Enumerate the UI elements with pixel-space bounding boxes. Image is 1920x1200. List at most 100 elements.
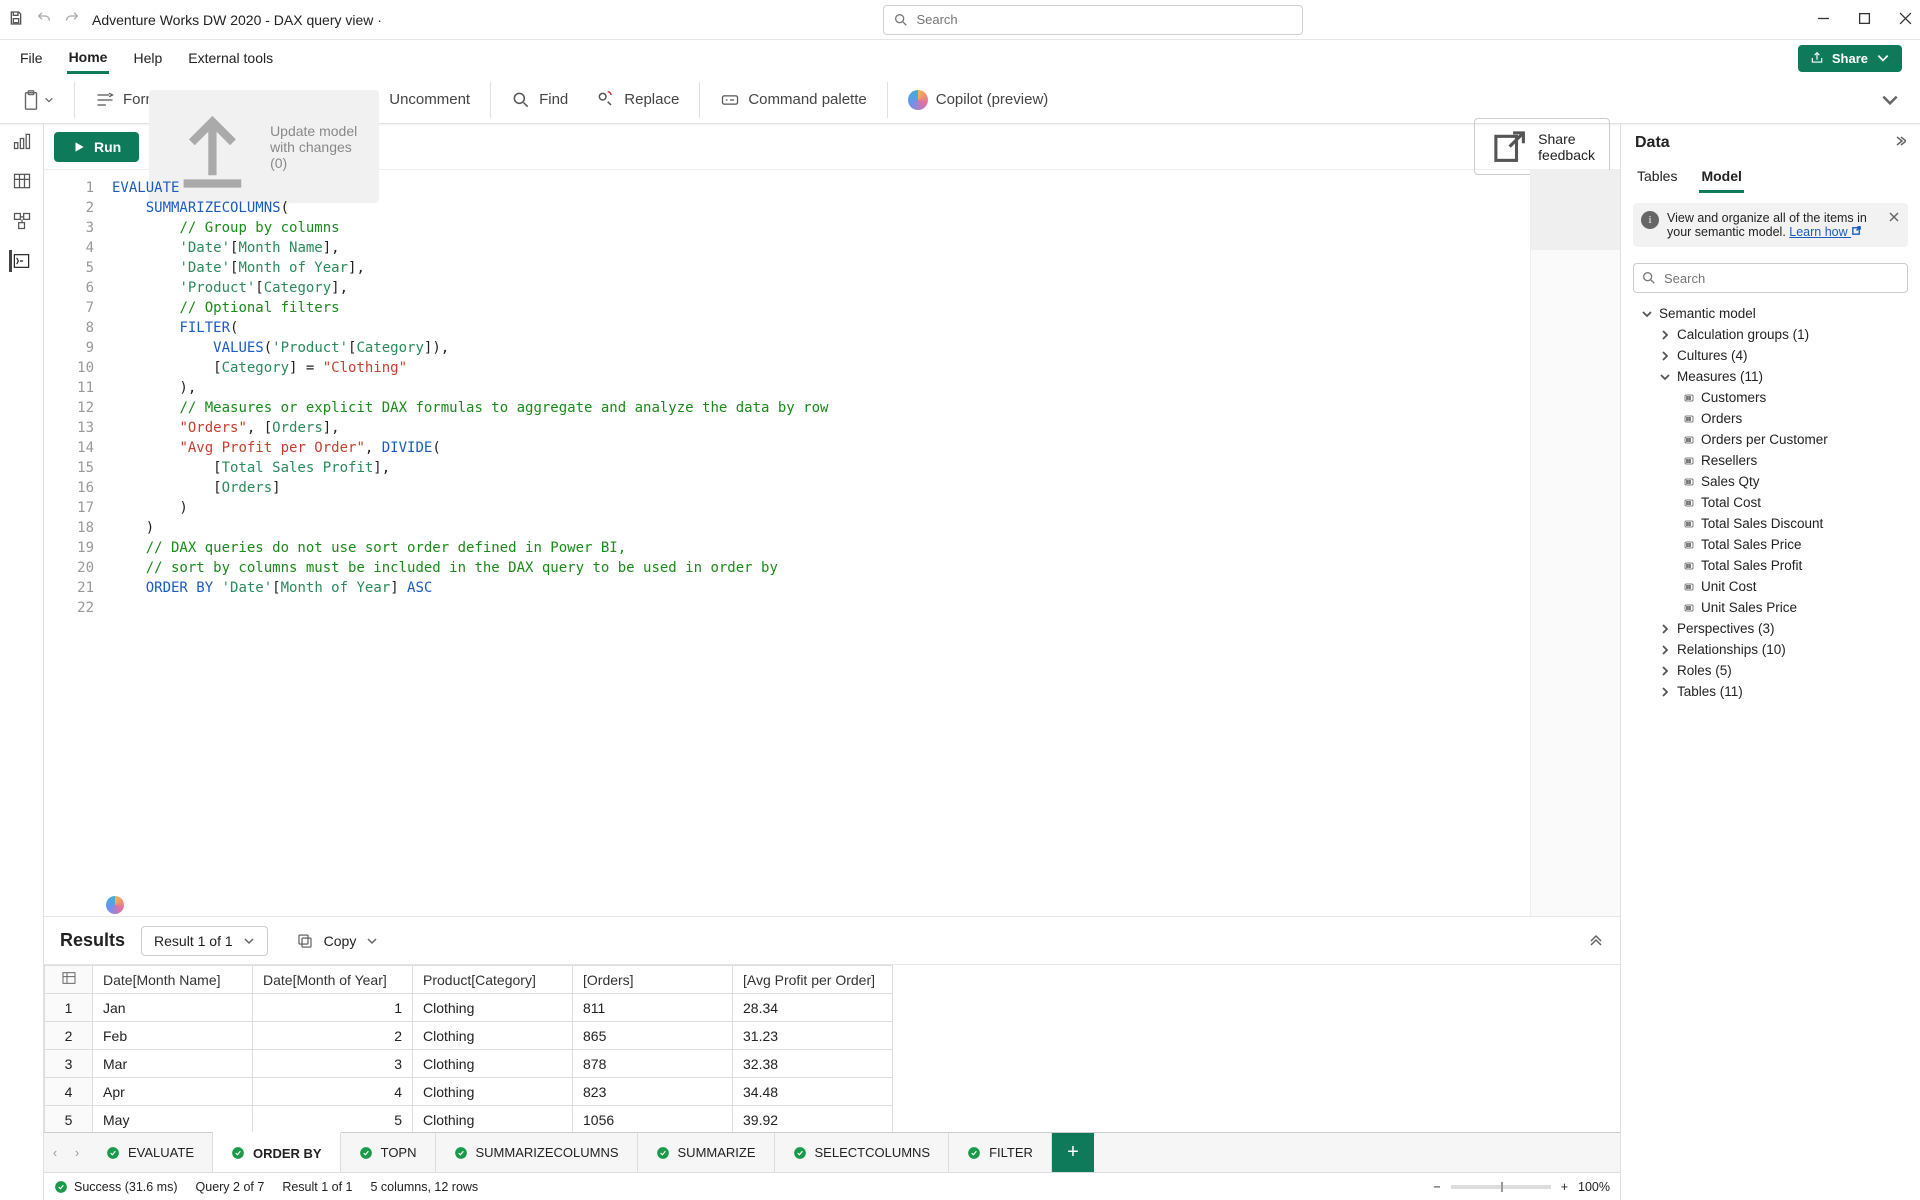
tree-group[interactable]: Measures (11) bbox=[1627, 366, 1920, 387]
tree-measure[interactable]: Resellers bbox=[1627, 450, 1920, 471]
zoom-out-icon[interactable]: − bbox=[1433, 1180, 1440, 1194]
tree-group[interactable]: Cultures (4) bbox=[1627, 345, 1920, 366]
query-tab[interactable]: ORDER BY bbox=[213, 1132, 341, 1172]
tree-measure[interactable]: Unit Cost bbox=[1627, 576, 1920, 597]
results-grid[interactable]: Date[Month Name]Date[Month of Year]Produ… bbox=[44, 964, 1620, 1132]
data-pane-title: Data bbox=[1635, 134, 1670, 152]
tree-group[interactable]: Roles (5) bbox=[1627, 660, 1920, 681]
command-palette-button[interactable]: Command palette bbox=[710, 84, 876, 116]
collapse-pane-icon[interactable] bbox=[1894, 134, 1906, 152]
ribbon-tab-file[interactable]: File bbox=[18, 44, 45, 72]
tree-measure[interactable]: Unit Sales Price bbox=[1627, 597, 1920, 618]
close-info-icon[interactable] bbox=[1888, 211, 1900, 226]
column-header[interactable]: Date[Month of Year] bbox=[253, 966, 413, 994]
tree-root[interactable]: Semantic model bbox=[1627, 303, 1920, 324]
code-editor[interactable]: 12345678910111213141516171819202122 EVAL… bbox=[44, 170, 1620, 916]
tree-measure[interactable]: Orders per Customer bbox=[1627, 429, 1920, 450]
line-gutter: 12345678910111213141516171819202122 bbox=[44, 170, 104, 916]
ribbon-tab-external[interactable]: External tools bbox=[186, 44, 275, 72]
chevron-icon bbox=[1659, 371, 1671, 383]
tree-measure[interactable]: Total Sales Price bbox=[1627, 534, 1920, 555]
chevron-down-icon bbox=[366, 935, 378, 947]
redo-icon[interactable] bbox=[64, 10, 80, 29]
qtabs-prev-icon[interactable]: ‹ bbox=[44, 1133, 66, 1172]
minimap[interactable] bbox=[1530, 170, 1620, 916]
chevron-icon bbox=[1659, 665, 1671, 677]
minimize-icon[interactable] bbox=[1817, 12, 1830, 28]
copilot-button[interactable]: Copilot (preview) bbox=[898, 84, 1059, 116]
table-row[interactable]: 1Jan1Clothing81128.34 bbox=[45, 994, 893, 1022]
qtabs-next-icon[interactable]: › bbox=[66, 1133, 88, 1172]
chevron-down-icon bbox=[1876, 51, 1890, 65]
query-tab[interactable]: FILTER bbox=[949, 1133, 1052, 1172]
query-tab[interactable]: SELECTCOLUMNS bbox=[775, 1133, 950, 1172]
close-icon[interactable] bbox=[1899, 12, 1912, 28]
data-subtab-tables[interactable]: Tables bbox=[1635, 162, 1679, 193]
ribbon-tab-home[interactable]: Home bbox=[67, 43, 110, 74]
zoom-in-icon[interactable]: + bbox=[1561, 1180, 1568, 1194]
clipboard-button[interactable] bbox=[10, 83, 64, 117]
measure-icon bbox=[1683, 539, 1695, 551]
undo-icon[interactable] bbox=[36, 10, 52, 29]
info-banner: i View and organize all of the items in … bbox=[1633, 203, 1908, 247]
table-view-icon[interactable] bbox=[11, 170, 33, 192]
table-row[interactable]: 5May5Clothing105639.92 bbox=[45, 1106, 893, 1133]
ribbon-tab-help[interactable]: Help bbox=[131, 44, 164, 72]
global-search-input[interactable] bbox=[883, 5, 1303, 35]
chevron-icon bbox=[1659, 686, 1671, 698]
column-header[interactable]: Date[Month Name] bbox=[93, 966, 253, 994]
tree-measure[interactable]: Customers bbox=[1627, 387, 1920, 408]
search-icon bbox=[893, 12, 909, 28]
query-tab[interactable]: SUMMARIZECOLUMNS bbox=[436, 1133, 638, 1172]
share-feedback-button[interactable]: Share feedback bbox=[1474, 118, 1610, 175]
tree-measure[interactable]: Sales Qty bbox=[1627, 471, 1920, 492]
measure-icon bbox=[1683, 581, 1695, 593]
tree-group[interactable]: Relationships (10) bbox=[1627, 639, 1920, 660]
replace-button[interactable]: Replace bbox=[586, 84, 689, 116]
data-search-input[interactable] bbox=[1633, 263, 1908, 293]
zoom-control[interactable]: − + 100% bbox=[1433, 1180, 1610, 1194]
zoom-slider[interactable] bbox=[1451, 1185, 1551, 1189]
model-tree[interactable]: Semantic modelCalculation groups (1)Cult… bbox=[1621, 299, 1920, 1200]
table-row[interactable]: 4Apr4Clothing82334.48 bbox=[45, 1078, 893, 1106]
model-view-icon[interactable] bbox=[11, 210, 33, 232]
ribbon-collapse-button[interactable] bbox=[1870, 84, 1910, 116]
tree-measure[interactable]: Total Cost bbox=[1627, 492, 1920, 513]
column-header[interactable]: [Avg Profit per Order] bbox=[733, 966, 893, 994]
table-row[interactable]: 3Mar3Clothing87832.38 bbox=[45, 1050, 893, 1078]
row-header-icon[interactable] bbox=[45, 966, 93, 994]
tree-measure[interactable]: Total Sales Discount bbox=[1627, 513, 1920, 534]
query-tab[interactable]: SUMMARIZE bbox=[638, 1133, 775, 1172]
copilot-inline-icon[interactable] bbox=[106, 896, 124, 914]
data-subtab-model[interactable]: Model bbox=[1699, 162, 1743, 193]
measure-icon bbox=[1683, 455, 1695, 467]
maximize-icon[interactable] bbox=[1858, 12, 1871, 28]
add-query-button[interactable]: + bbox=[1052, 1133, 1094, 1172]
clipboard-icon bbox=[20, 89, 42, 111]
data-search[interactable] bbox=[1633, 263, 1908, 293]
learn-how-link[interactable]: Learn how bbox=[1789, 225, 1862, 239]
status-query: Query 2 of 7 bbox=[196, 1180, 265, 1194]
query-tab[interactable]: TOPN bbox=[341, 1133, 436, 1172]
check-circle-icon bbox=[359, 1146, 373, 1160]
run-button[interactable]: Run bbox=[54, 132, 139, 162]
column-header[interactable]: Product[Category] bbox=[413, 966, 573, 994]
query-tab[interactable]: EVALUATE bbox=[88, 1133, 213, 1172]
collapse-results-icon[interactable] bbox=[1588, 931, 1604, 950]
tree-measure[interactable]: Orders bbox=[1627, 408, 1920, 429]
save-icon[interactable] bbox=[8, 10, 24, 29]
global-search[interactable] bbox=[883, 5, 1303, 35]
tree-group[interactable]: Calculation groups (1) bbox=[1627, 324, 1920, 345]
column-header[interactable]: [Orders] bbox=[573, 966, 733, 994]
tree-group[interactable]: Perspectives (3) bbox=[1627, 618, 1920, 639]
report-view-icon[interactable] bbox=[11, 130, 33, 152]
tree-group[interactable]: Tables (11) bbox=[1627, 681, 1920, 702]
code-content[interactable]: EVALUATE SUMMARIZECOLUMNS( // Group by c… bbox=[104, 170, 828, 916]
share-button[interactable]: Share bbox=[1798, 45, 1902, 72]
result-selector[interactable]: Result 1 of 1 bbox=[141, 926, 268, 956]
dax-view-icon[interactable] bbox=[9, 250, 31, 272]
tree-measure[interactable]: Total Sales Profit bbox=[1627, 555, 1920, 576]
copy-button[interactable]: Copy bbox=[284, 926, 391, 956]
find-button[interactable]: Find bbox=[501, 84, 578, 116]
table-row[interactable]: 2Feb2Clothing86531.23 bbox=[45, 1022, 893, 1050]
